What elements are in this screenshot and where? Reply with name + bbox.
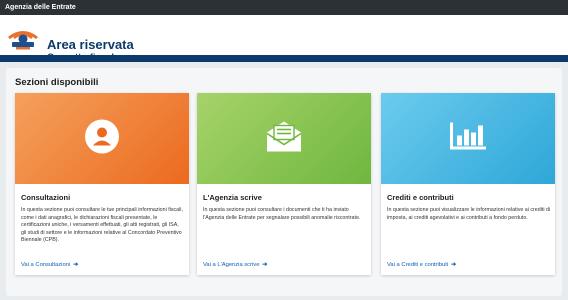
crediti-contributi-link[interactable]: Vai a Crediti e contributi ➔ <box>387 262 456 268</box>
header: Area riservata Cassetto fiscale <box>0 15 568 63</box>
open-mail-icon <box>264 119 304 158</box>
card-agenzia-scrive[interactable]: L'Agenzia scrive In questa sezione puoi … <box>197 93 371 275</box>
card-consultazioni[interactable]: Consultazioni In questa sezione puoi con… <box>15 93 189 275</box>
card-agenzia-scrive-banner <box>197 93 371 184</box>
card-title: Consultazioni <box>21 193 71 202</box>
arrow-right-icon: ➔ <box>451 262 456 268</box>
user-icon <box>84 118 120 159</box>
card-description: In questa sezione puoi visualizzare le i… <box>387 207 551 221</box>
card-title: Crediti e contributi <box>387 193 454 202</box>
top-bar: Agenzia delle Entrate <box>0 0 568 15</box>
link-label: Vai a Crediti e contributi <box>387 262 449 268</box>
arrow-right-icon: ➔ <box>73 262 79 268</box>
card-description: In questa sezione puoi consultare le tue… <box>21 207 183 244</box>
agency-logo-icon[interactable] <box>6 28 40 50</box>
agency-label: Agenzia delle Entrate <box>5 4 76 11</box>
section-title: Sezioni disponibili <box>15 77 99 88</box>
card-consultazioni-banner <box>15 93 189 184</box>
page-title: Area riservata <box>47 37 134 52</box>
consultazioni-link[interactable]: Vai a Consultazioni ➔ <box>21 262 78 268</box>
card-title: L'Agenzia scrive <box>203 193 262 202</box>
header-divider <box>0 55 568 62</box>
card-crediti-contributi-banner <box>381 93 555 184</box>
card-description: In questa sezione puoi consultare i docu… <box>203 207 361 221</box>
link-label: Vai a L'Agenzia scrive <box>203 262 260 268</box>
bar-chart-icon <box>449 121 487 156</box>
agenzia-scrive-link[interactable]: Vai a L'Agenzia scrive ➔ <box>203 262 267 268</box>
arrow-right-icon: ➔ <box>262 262 268 268</box>
link-label: Vai a Consultazioni <box>21 262 71 268</box>
card-crediti-contributi[interactable]: Crediti e contributi In questa sezione p… <box>381 93 555 275</box>
